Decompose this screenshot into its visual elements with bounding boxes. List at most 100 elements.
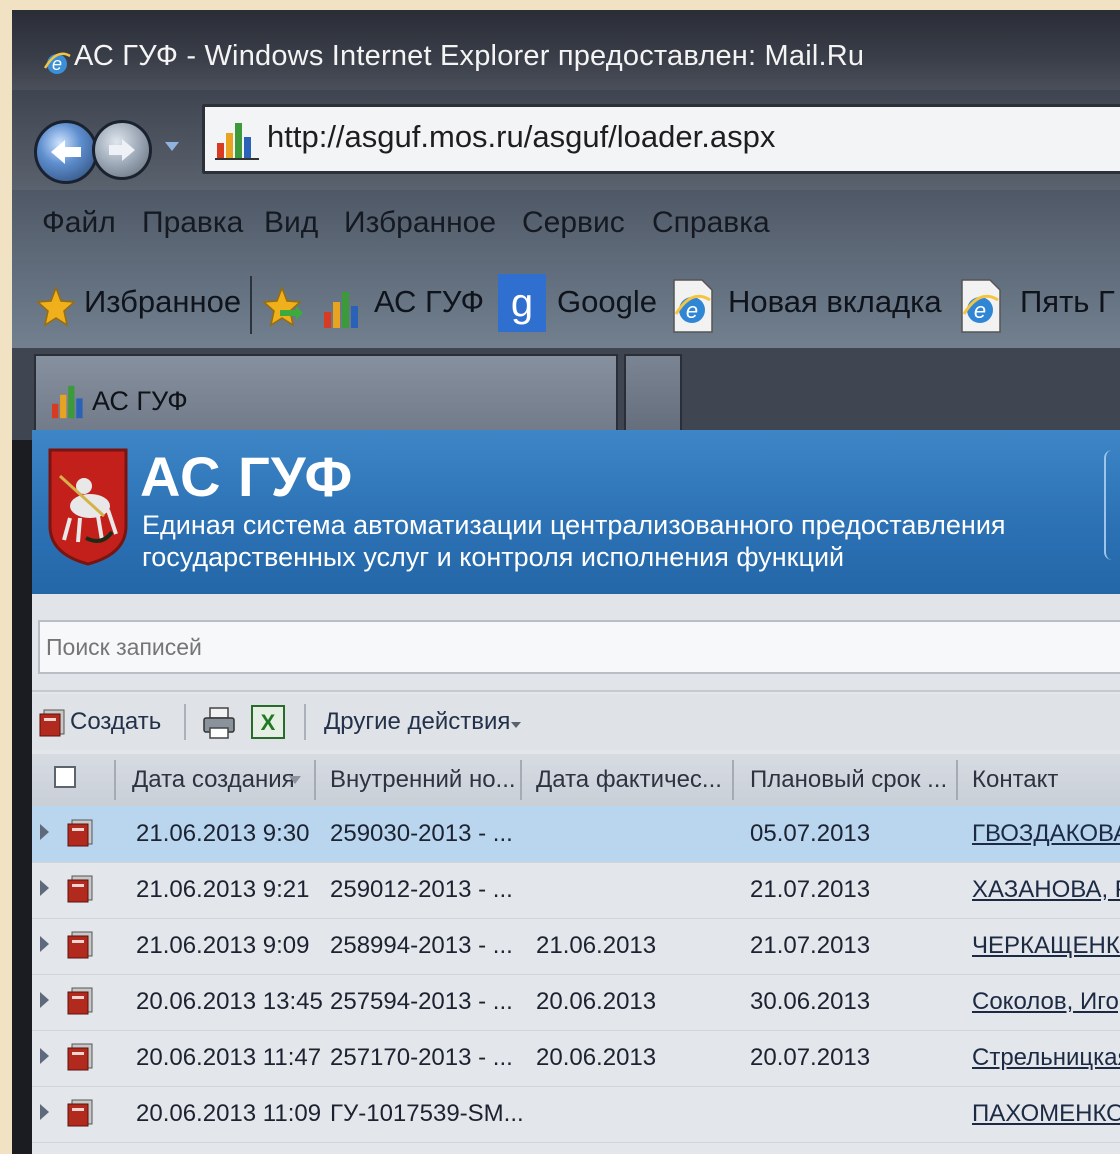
google-icon: g — [498, 274, 546, 332]
column-internal-number[interactable]: Внутренний но... — [330, 766, 516, 794]
table-row[interactable]: 20.06.2013 11:47 257170-2013 - ... 20.06… — [32, 1030, 1120, 1087]
back-arrow-icon — [51, 140, 81, 164]
new-tab-button[interactable] — [624, 354, 682, 440]
column-contact[interactable]: Контакт — [972, 766, 1058, 794]
search-records-input[interactable] — [38, 620, 1120, 674]
column-planned-deadline[interactable]: Плановый срок ... — [750, 766, 947, 794]
history-dropdown-icon[interactable] — [162, 136, 182, 156]
favorite-link-new-tab[interactable]: Новая вкладка — [728, 284, 942, 320]
ie-page-icon-2: e — [961, 279, 1001, 333]
record-icon — [67, 1043, 93, 1071]
app-subtitle-line1: Единая система автоматизации централизов… — [142, 510, 1006, 540]
table-row[interactable]: 20.06.2013 11:09 ГУ-1017539-SM... ПАХОМЕ… — [32, 1086, 1120, 1143]
expand-row-icon[interactable] — [40, 880, 49, 896]
menu-favorites[interactable]: Избранное — [344, 206, 496, 240]
window-title-bar: e АС ГУФ - Windows Internet Explorer пре… — [12, 10, 1120, 90]
asguf-site-icon — [215, 123, 259, 160]
cell-created: 20.06.2013 11:47 — [136, 1044, 322, 1071]
search-row — [32, 594, 1120, 692]
asguf-favorite-icon — [324, 292, 358, 328]
browser-window: e АС ГУФ - Windows Internet Explorer пре… — [12, 10, 1120, 1154]
expand-row-icon[interactable] — [40, 1048, 49, 1064]
cell-created: 21.06.2013 9:09 — [136, 932, 310, 959]
create-button[interactable]: Создать — [70, 708, 161, 736]
record-icon — [67, 1099, 93, 1127]
print-icon[interactable] — [202, 706, 236, 740]
menu-tools[interactable]: Сервис — [522, 206, 625, 240]
grid-rows: 21.06.2013 9:30 259030-2013 - ... 05.07.… — [32, 806, 1120, 1154]
record-icon — [67, 987, 93, 1015]
record-icon — [67, 819, 93, 847]
address-url: http://asguf.mos.ru/asguf/loader.aspx — [267, 119, 776, 154]
menu-file[interactable]: Файл — [42, 206, 116, 240]
expand-row-icon[interactable] — [40, 824, 49, 840]
toolbar-separator — [184, 704, 186, 740]
app-title: АС ГУФ — [140, 445, 354, 508]
toolbar-separator-2 — [304, 704, 306, 740]
cell-created: 21.06.2013 9:30 — [136, 820, 310, 847]
header-panel-edge — [1104, 450, 1120, 560]
grid-header: Дата создания Внутренний но... Дата факт… — [32, 754, 1120, 808]
records-panel: Создать X Другие действия Дата создания — [32, 594, 1120, 1154]
svg-text:g: g — [511, 281, 533, 325]
cell-internal-no: ГУ-1017539-SM... — [330, 1100, 524, 1127]
cell-created: 20.06.2013 11:09 — [136, 1100, 322, 1127]
app-subtitle-line2: государственных услуг и контроля исполне… — [142, 542, 845, 572]
favorite-link-google[interactable]: Google — [557, 284, 657, 320]
cell-contact-link[interactable]: Стрельницкая — [972, 1044, 1120, 1072]
other-actions-menu[interactable]: Другие действия — [324, 708, 510, 736]
window-title: АС ГУФ - Windows Internet Explorer предо… — [74, 40, 865, 72]
svg-text:X: X — [261, 710, 276, 735]
create-record-icon — [39, 709, 65, 737]
app-header: АС ГУФ Единая система автоматизации цент… — [32, 430, 1120, 594]
table-row[interactable]: 21.06.2013 9:21 259012-2013 - ... 21.07.… — [32, 862, 1120, 919]
navigation-bar: http://asguf.mos.ru/asguf/loader.aspx — [12, 90, 1120, 190]
expand-row-icon[interactable] — [40, 936, 49, 952]
record-icon — [67, 931, 93, 959]
tab-label: АС ГУФ — [92, 386, 188, 416]
cell-contact-link[interactable]: Соколов, Игор — [972, 988, 1120, 1016]
favorite-link-pyat[interactable]: Пять Г — [1020, 284, 1115, 320]
forward-arrow-icon — [109, 139, 135, 161]
table-row[interactable]: 21.06.2013 9:30 259030-2013 - ... 05.07.… — [32, 806, 1120, 863]
excel-export-icon[interactable]: X — [250, 704, 286, 740]
address-field[interactable]: http://asguf.mos.ru/asguf/loader.aspx — [202, 104, 1120, 174]
add-to-favorites-icon[interactable] — [262, 286, 304, 328]
table-row[interactable]: 21.06.2013 9:09 258994-2013 - ... 21.06.… — [32, 918, 1120, 975]
column-separator — [732, 760, 734, 800]
cell-internal-no: 259030-2013 - ... — [330, 820, 513, 847]
favorite-link-asguf[interactable]: АС ГУФ — [374, 284, 484, 320]
cell-contact-link[interactable]: ХАЗАНОВА, Р — [972, 876, 1120, 904]
favorites-separator — [250, 276, 252, 334]
tab-asguf[interactable]: АС ГУФ — [34, 354, 618, 440]
cell-created: 20.06.2013 13:45 — [136, 988, 323, 1015]
cell-contact-link[interactable]: ГВОЗДАКОВА — [972, 820, 1120, 848]
table-row[interactable]: 20.06.2013 13:45 257594-2013 - ... 20.06… — [32, 974, 1120, 1031]
cell-created: 21.06.2013 9:21 — [136, 876, 310, 903]
column-separator — [114, 760, 116, 800]
records-toolbar: Создать X Другие действия — [32, 694, 1120, 750]
forward-button[interactable] — [92, 120, 152, 180]
column-created-date[interactable]: Дата создания — [132, 766, 295, 794]
back-button[interactable] — [34, 120, 98, 184]
cell-planned: 20.07.2013 — [750, 1044, 871, 1071]
cell-internal-no: 258994-2013 - ... — [330, 932, 513, 959]
column-separator — [520, 760, 522, 800]
menu-view[interactable]: Вид — [264, 206, 318, 240]
cell-contact-link[interactable]: ПАХОМЕНКО — [972, 1100, 1120, 1128]
favorites-button[interactable]: Избранное — [84, 284, 241, 320]
cell-actual-date: 20.06.2013 — [536, 1044, 657, 1071]
column-separator — [314, 760, 316, 800]
menu-help[interactable]: Справка — [652, 206, 770, 240]
select-all-checkbox[interactable] — [54, 766, 76, 788]
column-separator — [956, 760, 958, 800]
ie-page-icon: e — [673, 279, 713, 333]
expand-row-icon[interactable] — [40, 1104, 49, 1120]
menu-edit[interactable]: Правка — [142, 206, 243, 240]
expand-row-icon[interactable] — [40, 992, 49, 1008]
cell-internal-no: 257594-2013 - ... — [330, 988, 513, 1015]
cell-internal-no: 259012-2013 - ... — [330, 876, 513, 903]
cell-contact-link[interactable]: ЧЕРКАЩЕНКО — [972, 932, 1120, 960]
column-actual-date[interactable]: Дата фактичес... — [536, 766, 722, 794]
cell-planned: 21.07.2013 — [750, 932, 871, 959]
